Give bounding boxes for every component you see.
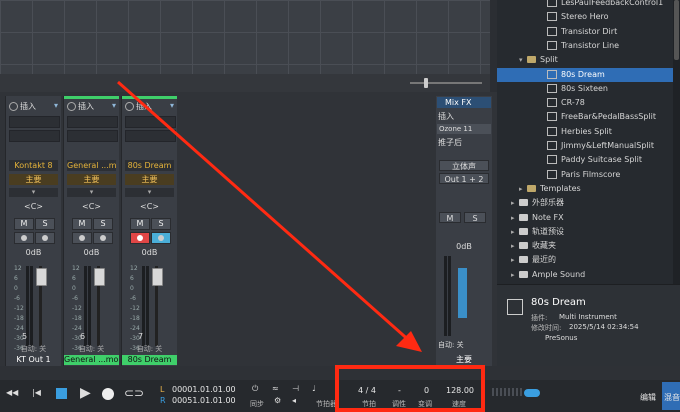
annotation-arrow [117, 80, 422, 352]
